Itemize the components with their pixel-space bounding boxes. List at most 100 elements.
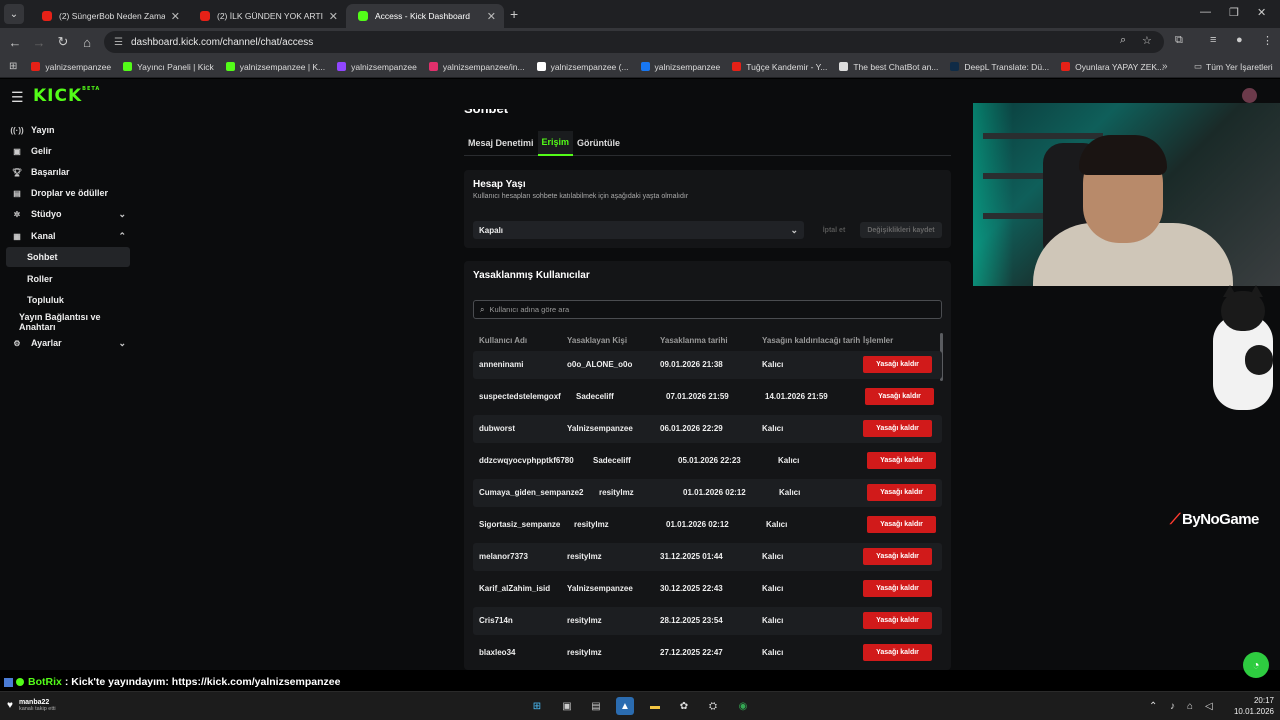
- ban-until: Kalıcı: [766, 520, 788, 529]
- user-search-input[interactable]: ⌕ Kullanıcı adına göre ara: [473, 300, 942, 319]
- sidebar-item-sohbet[interactable]: Sohbet: [6, 247, 130, 267]
- sidebar-item-droplar[interactable]: ▤ Droplar ve ödüller: [6, 183, 130, 203]
- zoom-icon[interactable]: ⌕: [1120, 34, 1126, 47]
- extensions-icon[interactable]: ⧉: [1175, 34, 1183, 47]
- reading-list-icon[interactable]: ≡: [1210, 34, 1216, 46]
- cat-patch: [1245, 345, 1273, 375]
- home-icon[interactable]: ⌂: [75, 35, 99, 50]
- apps-grid-icon[interactable]: ⊞: [9, 61, 17, 72]
- new-tab-button[interactable]: +: [510, 6, 518, 22]
- bookmark-favicon-icon: [31, 62, 41, 71]
- sponsor-logo: ⟋ ByNoGame: [1170, 511, 1259, 528]
- bookmark-item[interactable]: Yayıncı Paneli | Kick: [123, 62, 214, 72]
- bookmark-favicon-icon: [123, 62, 133, 71]
- ban-until: Kalıcı: [779, 488, 801, 497]
- unban-button[interactable]: Yasağı kaldır: [863, 612, 932, 629]
- youtube-icon: [42, 11, 52, 21]
- browser-toolbar: ← → ↻ ⌂ ☰ dashboard.kick.com/channel/cha…: [0, 28, 1280, 56]
- sidebar-item-yayin[interactable]: ((·)) Yayın: [6, 120, 130, 140]
- sidebar-item-topluluk[interactable]: Topluluk: [6, 290, 130, 310]
- bookmark-item[interactable]: yalnizsempanzee: [31, 62, 111, 72]
- cancel-button[interactable]: İptal et: [812, 222, 856, 238]
- unban-button[interactable]: Yasağı kaldır: [863, 548, 932, 565]
- close-icon[interactable]: ✕: [329, 10, 338, 23]
- site-info-icon[interactable]: ☰: [114, 37, 123, 48]
- back-icon[interactable]: ←: [3, 35, 27, 50]
- chrome-icon[interactable]: ◉: [734, 697, 752, 715]
- bookmark-favicon-icon: [337, 62, 347, 71]
- browser-tab-2[interactable]: (2) İLK GÜNDEN YOK ARTIK DE ✕: [188, 4, 346, 28]
- task-view-icon[interactable]: ▣: [558, 697, 576, 715]
- reload-icon[interactable]: ↻: [51, 34, 75, 50]
- file-explorer-icon[interactable]: ▬: [646, 697, 664, 715]
- bookmark-item[interactable]: The best ChatBot an...: [839, 62, 938, 72]
- ban-date: 31.12.2025 01:44: [660, 552, 723, 561]
- steam-icon[interactable]: ⛭: [704, 697, 722, 715]
- close-icon[interactable]: ✕: [487, 10, 496, 23]
- profile-icon[interactable]: ●: [1236, 34, 1243, 46]
- avatar[interactable]: [1242, 88, 1257, 103]
- minimize-icon[interactable]: —: [1200, 6, 1211, 18]
- tray-chevron-icon[interactable]: ⌃: [1149, 701, 1157, 712]
- unban-button[interactable]: Yasağı kaldır: [863, 420, 932, 437]
- folder-icon: ▭: [1194, 61, 1203, 71]
- forward-icon[interactable]: →: [27, 35, 51, 50]
- tab-title: (2) İLK GÜNDEN YOK ARTIK DE: [217, 11, 323, 21]
- banned-username: suspectedstelemgoxf: [479, 392, 561, 401]
- search-placeholder: Kullanıcı adına göre ara: [489, 305, 570, 314]
- volume-icon[interactable]: ◁: [1205, 701, 1213, 712]
- bookmark-item[interactable]: yalnizsempanzee: [640, 62, 720, 72]
- bookmark-item[interactable]: Tuğçe Kandemir - Y...: [732, 62, 827, 72]
- sidebar-item-stream-key[interactable]: Yayın Bağlantısı ve Anahtarı: [6, 312, 130, 332]
- sidebar-item-basarilar[interactable]: 🏆︎ Başarılar: [6, 162, 130, 182]
- sidebar-item-ayarlar[interactable]: ⚙ Ayarlar ⌄: [6, 333, 130, 353]
- sidebar-item-gelir[interactable]: ▣ Gelir: [6, 141, 130, 161]
- unban-button[interactable]: Yasağı kaldır: [863, 356, 932, 373]
- unban-button[interactable]: Yasağı kaldır: [867, 516, 936, 533]
- column-header: İşlemler: [863, 336, 894, 345]
- hamburger-menu-icon[interactable]: ☰: [11, 89, 24, 106]
- bookmark-label: Yayıncı Paneli | Kick: [137, 61, 214, 72]
- sidebar-item-studyo[interactable]: ✲ Stüdyo ⌄: [6, 204, 130, 224]
- windows-start-icon[interactable]: ⊞: [528, 697, 546, 715]
- restore-icon[interactable]: ❐: [1229, 6, 1239, 19]
- tab-mesaj-denetimi[interactable]: Mesaj Denetimi: [464, 131, 538, 156]
- bookmark-item[interactable]: Oyunlara YAPAY ZEK...: [1061, 62, 1164, 72]
- unban-button[interactable]: Yasağı kaldır: [863, 644, 932, 661]
- address-bar[interactable]: ☰ dashboard.kick.com/channel/chat/access: [104, 31, 1164, 53]
- bookmark-item[interactable]: yalnizsempanzee/in...: [428, 62, 525, 72]
- sidebar-item-kanal[interactable]: ▦ Kanal ⌃: [6, 226, 130, 246]
- unban-button[interactable]: Yasağı kaldır: [867, 452, 936, 469]
- unban-button[interactable]: Yasağı kaldır: [863, 580, 932, 597]
- menu-kebab-icon[interactable]: ⋮: [1262, 34, 1273, 47]
- system-clock[interactable]: 20:17 10.01.2026: [1222, 695, 1274, 717]
- unban-button[interactable]: Yasağı kaldır: [865, 388, 934, 405]
- led-glow: [973, 103, 1013, 286]
- bookmark-star-icon[interactable]: ☆: [1142, 34, 1152, 47]
- close-window-icon[interactable]: ✕: [1257, 6, 1266, 19]
- ban-until: Kalıcı: [762, 584, 784, 593]
- microphone-icon[interactable]: ♪: [1170, 701, 1175, 712]
- unban-button[interactable]: Yasağı kaldır: [867, 484, 936, 501]
- sidebar-item-roller[interactable]: Roller: [6, 269, 130, 289]
- network-icon[interactable]: ⌂: [1187, 701, 1193, 712]
- photos-icon[interactable]: ▲: [616, 697, 634, 715]
- app-icon[interactable]: ▤: [587, 697, 605, 715]
- browser-tab-3[interactable]: Access - Kick Dashboard ✕: [346, 4, 504, 28]
- account-age-select[interactable]: Kapalı ⌄: [473, 221, 804, 239]
- all-bookmarks-folder[interactable]: ▭ Tüm Yer İşaretleri: [1194, 61, 1273, 72]
- bookmark-item[interactable]: yalnizsempanzee | K...: [225, 62, 325, 72]
- close-icon[interactable]: ✕: [171, 10, 180, 23]
- kick-logo[interactable]: KICKBETA: [33, 86, 100, 106]
- more-bookmarks-icon[interactable]: »: [1162, 61, 1168, 72]
- bookmark-item[interactable]: yalnizsempanzee (...: [536, 62, 629, 72]
- save-changes-button[interactable]: Değişiklikleri kaydet: [860, 222, 942, 238]
- tab-search-button[interactable]: ⌄: [4, 4, 24, 24]
- tab-erisim[interactable]: Erişim: [537, 130, 574, 156]
- app-icon[interactable]: ✿: [675, 697, 693, 715]
- ban-date: 28.12.2025 23:54: [660, 616, 723, 625]
- bookmark-item[interactable]: yalnizsempanzee: [337, 62, 417, 72]
- browser-tab-1[interactable]: (2) SüngerBob Neden Zamanın ✕: [30, 4, 188, 28]
- bookmark-item[interactable]: DeepL Translate: Dü...: [950, 62, 1049, 72]
- tab-goruntule[interactable]: Görüntüle: [573, 131, 624, 156]
